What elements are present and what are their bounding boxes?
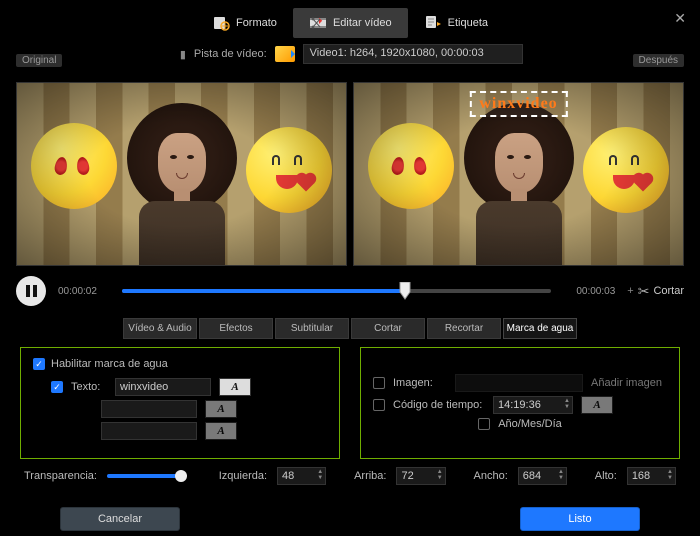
spinner-icon[interactable]: ▲▼ xyxy=(564,398,570,410)
checkbox-ymd[interactable] xyxy=(478,418,490,430)
tab-cut[interactable]: Cortar xyxy=(351,318,425,339)
checkbox-timecode[interactable] xyxy=(373,399,385,411)
text-wm-input-3[interactable] xyxy=(101,422,197,440)
width-input[interactable]: 684 ▲▼ xyxy=(518,467,567,485)
ymd-label: Año/Mes/Día xyxy=(498,418,562,430)
height-value: 168 xyxy=(632,470,650,482)
font-button-1[interactable]: A xyxy=(219,378,251,396)
pause-button[interactable] xyxy=(16,276,46,306)
track-select[interactable]: Video1: h264, 1920x1080, 00:00:03 xyxy=(303,44,523,64)
left-value: 48 xyxy=(282,470,294,482)
pause-icon xyxy=(26,285,37,297)
spinner-icon[interactable]: ▲▼ xyxy=(317,469,323,481)
spinner-icon[interactable]: ▲▼ xyxy=(437,469,443,481)
top-value: 72 xyxy=(401,470,413,482)
edit-video-icon xyxy=(309,14,327,32)
tab-format-label: Formato xyxy=(236,17,277,29)
timecode-input[interactable]: 14:19:36 ▲▼ xyxy=(493,396,573,414)
image-wm-label: Imagen: xyxy=(393,377,447,389)
footer: Cancelar Listo xyxy=(0,493,700,531)
font-button-2[interactable]: A xyxy=(205,400,237,418)
image-hint[interactable]: Añadir imagen xyxy=(591,377,662,389)
width-label: Ancho: xyxy=(474,470,508,482)
preview-original xyxy=(16,82,347,266)
timecode-label: Código de tiempo: xyxy=(393,399,485,411)
timecode-value: 14:19:36 xyxy=(498,399,541,411)
tab-edit-video[interactable]: Editar vídeo xyxy=(293,8,408,38)
slider-thumb-icon[interactable] xyxy=(175,470,187,482)
tab-video-audio[interactable]: Vídeo & Audio xyxy=(123,318,197,339)
text-wm-input-2[interactable] xyxy=(101,400,197,418)
watermark-panels: ✓ Habilitar marca de agua ✓ Texto: A A A… xyxy=(0,347,700,459)
plus-icon: + xyxy=(627,285,633,297)
playback-bar: 00:00:02 00:00:03 + ✂ Cortar xyxy=(0,266,700,312)
cut-button[interactable]: + ✂ Cortar xyxy=(627,283,684,300)
time-current: 00:00:02 xyxy=(58,286,110,297)
done-button[interactable]: Listo xyxy=(520,507,640,531)
tab-subtitle[interactable]: Subtitular xyxy=(275,318,349,339)
tab-format[interactable]: Formato xyxy=(196,8,293,38)
watermark-overlay[interactable]: winxvideo xyxy=(469,91,567,117)
left-input[interactable]: 48 ▲▼ xyxy=(277,467,326,485)
tab-crop[interactable]: Recortar xyxy=(427,318,501,339)
track-label: Pista de vídeo: xyxy=(194,48,267,60)
cancel-button[interactable]: Cancelar xyxy=(60,507,180,531)
top-input[interactable]: 72 ▲▼ xyxy=(396,467,445,485)
font-button-3[interactable]: A xyxy=(205,422,237,440)
left-label: Izquierda: xyxy=(219,470,267,482)
top-label: Arriba: xyxy=(354,470,386,482)
scissors-icon: ✂ xyxy=(638,283,650,300)
spinner-icon[interactable]: ▲▼ xyxy=(667,469,673,481)
image-path-input[interactable] xyxy=(455,374,583,392)
tab-effects[interactable]: Efectos xyxy=(199,318,273,339)
tag-icon xyxy=(424,14,442,32)
checkbox-image-wm[interactable] xyxy=(373,377,385,389)
tab-tag[interactable]: Etiqueta xyxy=(408,8,504,38)
checkbox-text-wm[interactable]: ✓ xyxy=(51,381,63,393)
track-thumb-icon xyxy=(275,46,295,62)
tab-watermark[interactable]: Marca de agua xyxy=(503,318,577,339)
cut-label: Cortar xyxy=(653,285,684,297)
preview-area: winxvideo xyxy=(0,82,700,266)
position-row: Transparencia: Izquierda: 48 ▲▼ Arriba: 7… xyxy=(0,459,700,493)
preview-label-after: Después xyxy=(633,54,684,67)
time-total: 00:00:03 xyxy=(563,286,615,297)
checkbox-enable-wm[interactable]: ✓ xyxy=(33,358,45,370)
panel-text-wm: ✓ Habilitar marca de agua ✓ Texto: A A A xyxy=(20,347,340,459)
preview-label-original: Original xyxy=(16,54,62,67)
tab-tag-label: Etiqueta xyxy=(448,17,488,29)
text-wm-input[interactable] xyxy=(115,378,211,396)
track-select-value: Video1: h264, 1920x1080, 00:00:03 xyxy=(310,47,484,59)
tab-edit-label: Editar vídeo xyxy=(333,17,392,29)
video-track-row: ▮ Pista de vídeo: Video1: h264, 1920x108… xyxy=(0,42,700,68)
seek-thumb-icon[interactable] xyxy=(398,282,412,300)
enable-wm-label: Habilitar marca de agua xyxy=(51,358,168,370)
edit-tabs: Vídeo & Audio Efectos Subtitular Cortar … xyxy=(0,312,700,347)
watermark-text: winxvideo xyxy=(479,95,557,112)
height-input[interactable]: 168 ▲▼ xyxy=(627,467,676,485)
spinner-icon[interactable]: ▲▼ xyxy=(558,469,564,481)
height-label: Alto: xyxy=(595,470,617,482)
transparency-label: Transparencia: xyxy=(24,470,97,482)
transparency-slider[interactable] xyxy=(107,469,187,483)
font-button-timecode[interactable]: A xyxy=(581,396,613,414)
main-tabs: Formato Editar vídeo Etiqueta xyxy=(0,0,700,42)
track-delete-icon[interactable]: ▮ xyxy=(180,48,186,61)
panel-image-timecode: Imagen: Añadir imagen Código de tiempo: … xyxy=(360,347,680,459)
close-icon[interactable]: ✕ xyxy=(674,10,686,27)
format-icon xyxy=(212,14,230,32)
width-value: 684 xyxy=(523,470,541,482)
seek-slider[interactable] xyxy=(122,281,551,301)
text-wm-label: Texto: xyxy=(71,381,107,393)
preview-after: winxvideo xyxy=(353,82,684,266)
